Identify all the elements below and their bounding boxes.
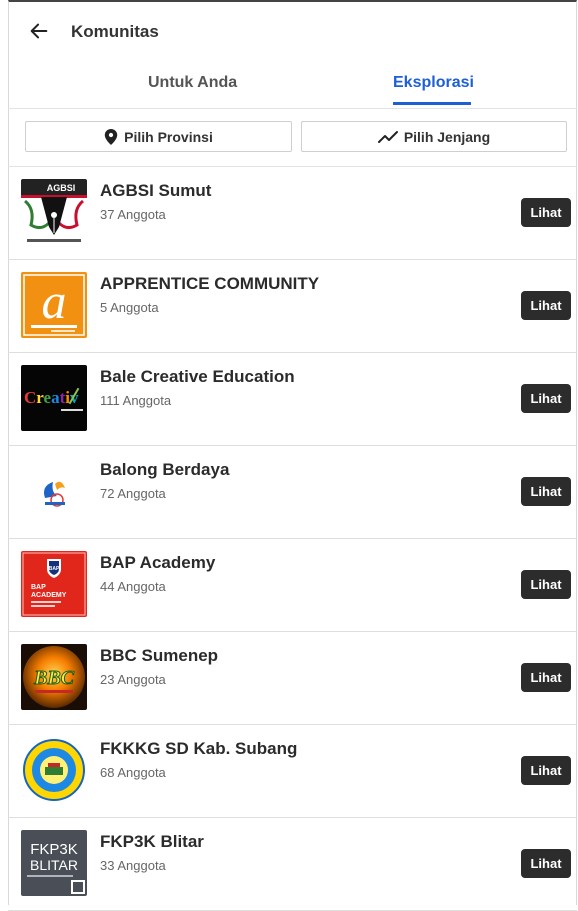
member-count: 68 Anggota	[100, 765, 166, 780]
level-filter-label: Pilih Jenjang	[403, 128, 491, 145]
member-count: 33 Anggota	[100, 858, 166, 873]
tab-eksplorasi[interactable]: Eksplorasi	[393, 74, 474, 92]
lihat-button[interactable]: Lihat	[521, 477, 571, 506]
back-arrow-icon[interactable]	[28, 20, 50, 42]
svg-text:BAP: BAP	[31, 584, 46, 591]
svg-text:Creativ: Creativ	[24, 388, 79, 407]
community-name: BAP Academy	[100, 553, 216, 572]
community-name: Bale Creative Education	[100, 367, 295, 386]
lihat-button[interactable]: Lihat	[521, 291, 571, 320]
shield-logo: BAP BAP ACADEMY	[21, 551, 87, 617]
community-row[interactable]: FKP3K BLITAR FKP3K Blitar 33 Anggota Lih…	[8, 818, 577, 911]
member-count: 111 Anggota	[100, 393, 172, 408]
community-name: FKKKG SD Kab. Subang	[100, 739, 298, 758]
community-row[interactable]: BBC BBC Sumenep 23 Anggota Lihat	[8, 632, 577, 725]
map-pin-icon	[104, 128, 118, 145]
tab-bar: Untuk Anda Eksplorasi	[8, 66, 577, 109]
community-row[interactable]: Balong Berdaya 72 Anggota Lihat	[8, 446, 577, 539]
community-list: AGBSI AGBSI Sumut 37 Anggota Lihat a APP…	[8, 167, 577, 911]
balong-logo	[21, 458, 87, 524]
lihat-button[interactable]: Lihat	[521, 663, 571, 692]
member-count: 23 Anggota	[100, 672, 166, 687]
bbc-logo: BBC	[21, 644, 87, 710]
fkp3k-logo: FKP3K BLITAR	[21, 830, 87, 896]
svg-text:BAP: BAP	[49, 566, 60, 572]
trend-line-icon	[377, 130, 398, 143]
level-filter-button[interactable]: Pilih Jenjang	[301, 121, 567, 152]
community-name: FKP3K Blitar	[100, 832, 204, 851]
community-row[interactable]: BAP BAP ACADEMY BAP Academy 44 Anggota L…	[8, 539, 577, 632]
svg-text:ACADEMY: ACADEMY	[31, 592, 67, 599]
community-name: Balong Berdaya	[100, 460, 230, 479]
svg-text:FKP3K: FKP3K	[30, 841, 78, 858]
community-name: AGBSI Sumut	[100, 181, 212, 200]
community-row[interactable]: Creativ Bale Creative Education 111 Angg…	[8, 353, 577, 446]
community-name: APPRENTICE COMMUNITY	[100, 274, 320, 293]
community-row[interactable]: FKKKG SD Kab. Subang 68 Anggota Lihat	[8, 725, 577, 818]
active-tab-indicator	[393, 102, 471, 105]
lihat-button[interactable]: Lihat	[521, 198, 571, 227]
filter-bar: Pilih Provinsi Pilih Jenjang	[8, 108, 577, 167]
creative-logo: Creativ	[21, 365, 87, 431]
community-row[interactable]: a APPRENTICE COMMUNITY 5 Anggota Lihat	[8, 260, 577, 353]
lihat-button[interactable]: Lihat	[521, 384, 571, 413]
member-count: 72 Anggota	[100, 486, 166, 501]
lihat-button[interactable]: Lihat	[521, 570, 571, 599]
lihat-button[interactable]: Lihat	[521, 756, 571, 785]
province-filter-button[interactable]: Pilih Provinsi	[25, 121, 292, 152]
community-name: BBC Sumenep	[100, 646, 219, 665]
member-count: 5 Anggota	[100, 300, 159, 315]
province-filter-label: Pilih Provinsi	[124, 128, 213, 145]
svg-text:a: a	[42, 273, 67, 329]
pen-nib-logo: AGBSI	[21, 179, 87, 245]
page-title: Komunitas	[71, 22, 159, 41]
svg-text:AGBSI: AGBSI	[47, 183, 76, 193]
svg-text:BLITAR: BLITAR	[30, 857, 78, 873]
community-row[interactable]: AGBSI AGBSI Sumut 37 Anggota Lihat	[8, 167, 577, 260]
app-header: Komunitas	[8, 0, 577, 66]
svg-text:BBC: BBC	[33, 667, 75, 689]
member-count: 37 Anggota	[100, 207, 166, 222]
member-count: 44 Anggota	[100, 579, 166, 594]
round-seal-logo	[21, 737, 87, 803]
tab-untuk-anda[interactable]: Untuk Anda	[148, 74, 237, 92]
lihat-button[interactable]: Lihat	[521, 849, 571, 878]
letter-a-logo: a	[21, 272, 87, 338]
